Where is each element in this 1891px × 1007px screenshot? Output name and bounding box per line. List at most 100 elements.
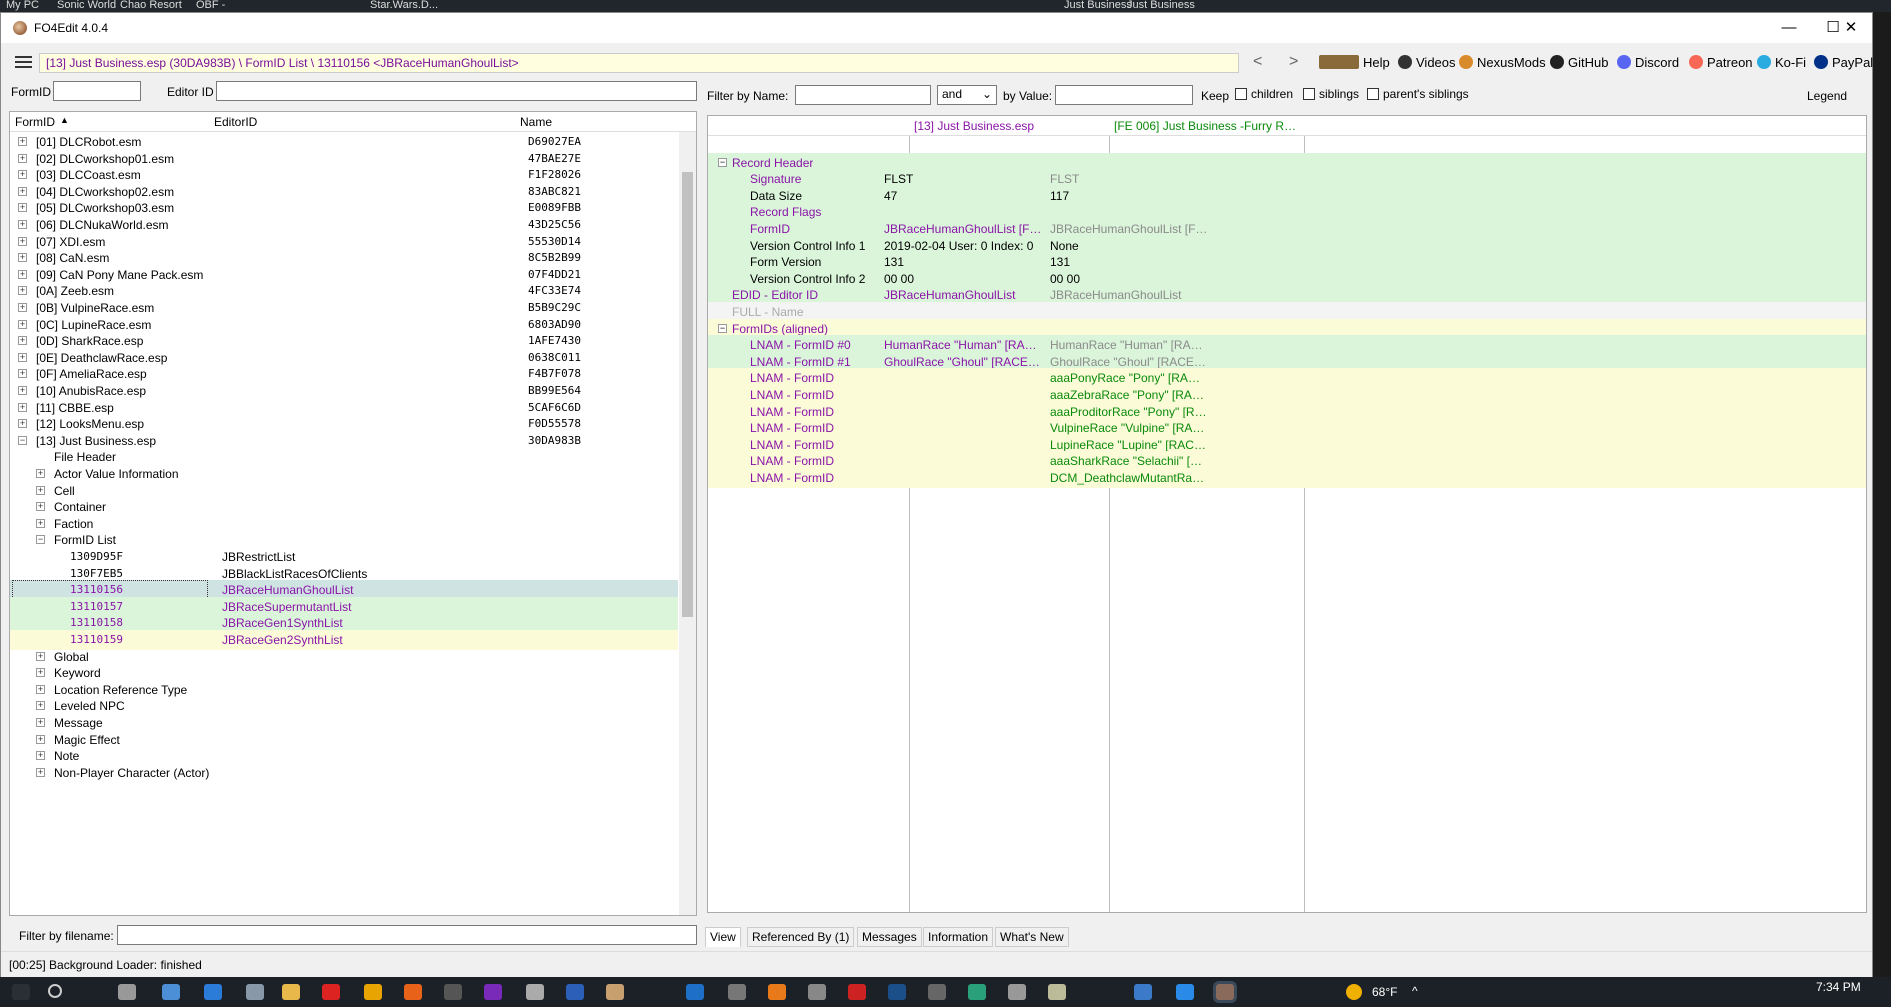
tab-view[interactable]: View: [705, 927, 741, 947]
discord-link[interactable]: Discord: [1617, 55, 1679, 70]
col-name-header[interactable]: Name: [520, 115, 552, 129]
app-taskbar-icon[interactable]: [968, 984, 986, 1000]
opera-icon[interactable]: [322, 984, 340, 1000]
editorid-search-input[interactable]: [216, 81, 697, 101]
expand-icon[interactable]: +: [18, 369, 27, 379]
and-select[interactable]: and ⌄: [937, 85, 997, 105]
7zip-icon[interactable]: [444, 984, 462, 1000]
col-editorid-header[interactable]: EditorID: [214, 115, 257, 129]
vlc-icon[interactable]: [768, 984, 786, 1000]
expand-icon[interactable]: +: [18, 319, 27, 329]
expand-icon[interactable]: +: [36, 767, 45, 777]
expand-icon[interactable]: +: [36, 469, 45, 478]
nexusmods-link[interactable]: NexusMods: [1459, 55, 1546, 70]
filter-filename-input[interactable]: [117, 925, 697, 945]
minimize-button[interactable]: —: [1767, 17, 1811, 39]
expand-icon[interactable]: +: [36, 485, 45, 495]
firefox-icon[interactable]: [404, 984, 422, 1000]
tab-whats-new[interactable]: What's New: [995, 927, 1069, 947]
tree-scrollbar[interactable]: [679, 132, 696, 915]
filter-value-input[interactable]: [1055, 85, 1193, 105]
clock-time[interactable]: 7:34 PM: [1816, 980, 1861, 994]
collapse-icon[interactable]: −: [36, 535, 45, 545]
help-link[interactable]: Help: [1319, 55, 1390, 70]
record-row[interactable]: LNAM - FormID DCM_DeathclawMutantRace "De…: [708, 468, 1866, 488]
expand-icon[interactable]: +: [18, 303, 27, 312]
search-icon[interactable]: [48, 984, 62, 998]
expand-icon[interactable]: +: [18, 402, 27, 412]
github-link[interactable]: GitHub: [1550, 55, 1608, 70]
expand-icon[interactable]: +: [18, 220, 27, 229]
tab-referenced-by[interactable]: Referenced By (1): [747, 927, 855, 947]
expand-icon[interactable]: +: [18, 286, 27, 296]
app-taskbar-icon[interactable]: [808, 984, 826, 1000]
app-taskbar-icon[interactable]: [566, 984, 584, 1000]
app-taskbar-icon[interactable]: [848, 984, 866, 1000]
close-button[interactable]: ✕: [1831, 17, 1871, 39]
expand-icon[interactable]: +: [18, 153, 27, 163]
fo4edit-taskbar-icon[interactable]: [1216, 984, 1234, 1000]
task-view-icon[interactable]: [118, 984, 136, 1000]
app-taskbar-icon[interactable]: [246, 984, 264, 1000]
paypal-link[interactable]: PayPal: [1814, 55, 1873, 70]
col-plugin-just-business[interactable]: [13] Just Business.esp: [914, 119, 1034, 133]
app-taskbar-icon[interactable]: [204, 984, 222, 1000]
forward-arrow-icon[interactable]: >: [1289, 53, 1298, 71]
expand-icon[interactable]: +: [36, 751, 45, 761]
videos-link[interactable]: Videos: [1398, 55, 1456, 70]
tab-information[interactable]: Information: [923, 927, 994, 947]
expand-icon[interactable]: +: [18, 203, 27, 213]
chrome-icon[interactable]: [364, 984, 382, 1000]
expand-icon[interactable]: +: [36, 734, 45, 744]
app-taskbar-icon[interactable]: [526, 984, 544, 1000]
col-formid-header[interactable]: FormID: [15, 115, 55, 129]
expand-icon[interactable]: +: [18, 336, 27, 346]
expand-icon[interactable]: +: [36, 502, 45, 512]
tab-messages[interactable]: Messages: [857, 927, 922, 947]
expand-icon[interactable]: +: [18, 170, 27, 180]
expand-icon[interactable]: +: [18, 352, 27, 362]
steam-icon[interactable]: [888, 984, 906, 1000]
expand-icon[interactable]: +: [18, 236, 27, 246]
menu-icon[interactable]: [15, 56, 32, 68]
collapse-icon[interactable]: −: [18, 435, 27, 445]
app-taskbar-icon[interactable]: [686, 984, 704, 1000]
filter-name-input[interactable]: [795, 85, 931, 105]
col-plugin-furry-race[interactable]: [FE 006] Just Business -Furry Race...: [1114, 119, 1300, 133]
kofi-link[interactable]: Ko-Fi: [1757, 55, 1806, 70]
expand-icon[interactable]: +: [18, 137, 27, 146]
expand-icon[interactable]: +: [36, 701, 45, 711]
collapse-icon[interactable]: −: [718, 323, 727, 333]
expand-icon[interactable]: +: [36, 718, 45, 727]
back-arrow-icon[interactable]: <: [1253, 53, 1262, 71]
expand-icon[interactable]: +: [36, 518, 45, 528]
expand-icon[interactable]: +: [36, 684, 45, 694]
siblings-checkbox[interactable]: siblings: [1303, 87, 1359, 101]
expand-icon[interactable]: +: [36, 651, 45, 661]
app-taskbar-icon[interactable]: [928, 984, 946, 1000]
expand-icon[interactable]: +: [36, 668, 45, 678]
app-taskbar-icon[interactable]: [1048, 984, 1066, 1000]
expand-icon[interactable]: +: [18, 419, 27, 429]
app-taskbar-icon[interactable]: [1176, 984, 1194, 1000]
expand-icon[interactable]: +: [18, 253, 27, 263]
tray-chevron-icon[interactable]: ^: [1412, 984, 1418, 998]
children-checkbox[interactable]: children: [1235, 87, 1293, 101]
formid-search-input[interactable]: [53, 81, 141, 101]
expand-icon[interactable]: +: [18, 269, 27, 279]
app-taskbar-icon[interactable]: [1008, 984, 1026, 1000]
app-taskbar-icon[interactable]: [162, 984, 180, 1000]
patreon-link[interactable]: Patreon: [1689, 55, 1753, 70]
tree-row[interactable]: + Non-Player Character (Actor): [10, 763, 678, 783]
expand-icon[interactable]: +: [18, 386, 27, 395]
start-icon[interactable]: [12, 984, 30, 1000]
expand-icon[interactable]: +: [18, 186, 27, 196]
scrollbar-thumb[interactable]: [682, 172, 693, 617]
app-taskbar-icon[interactable]: [1134, 984, 1152, 1000]
collapse-icon[interactable]: −: [718, 157, 727, 167]
legend-button[interactable]: Legend: [1807, 89, 1847, 103]
app-taskbar-icon[interactable]: [606, 984, 624, 1000]
parents-siblings-checkbox[interactable]: parent's siblings: [1367, 87, 1469, 101]
app-taskbar-icon[interactable]: [484, 984, 502, 1000]
app-taskbar-icon[interactable]: [728, 984, 746, 1000]
